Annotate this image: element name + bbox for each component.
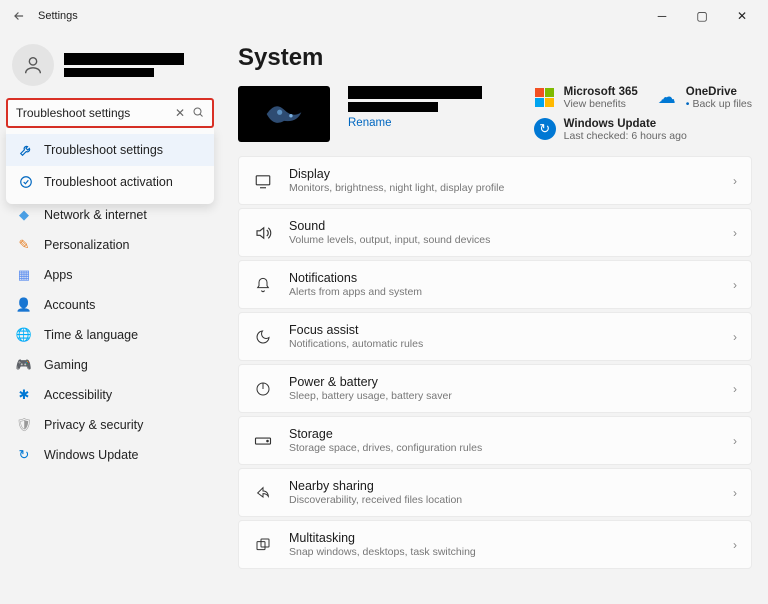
cloud-icon: ☁ — [656, 86, 678, 108]
setting-sound[interactable]: SoundVolume levels, output, input, sound… — [238, 208, 752, 257]
globe-icon: 🌐 — [16, 327, 32, 343]
profile-name-redacted — [64, 53, 184, 65]
nav-privacy[interactable]: 🛡Privacy & security — [6, 410, 216, 440]
wrench-icon — [18, 142, 34, 158]
update-circle-icon: ↻ — [534, 118, 556, 140]
search-icon[interactable] — [189, 106, 206, 121]
bell-icon — [253, 275, 273, 295]
suggestion-label: Troubleshoot settings — [44, 143, 163, 157]
moon-icon — [253, 327, 273, 347]
back-button[interactable] — [6, 3, 32, 29]
check-circle-icon — [18, 174, 34, 190]
search-input[interactable] — [16, 106, 171, 120]
gamepad-icon: 🎮 — [16, 357, 32, 373]
update-icon: ↻ — [16, 447, 32, 463]
power-icon — [253, 379, 273, 399]
clear-search-icon[interactable]: ✕ — [171, 106, 189, 120]
search-box[interactable]: ✕ — [6, 98, 214, 128]
apps-icon: ▦ — [16, 267, 32, 283]
nav-gaming[interactable]: 🎮Gaming — [6, 350, 216, 380]
chevron-right-icon: › — [733, 174, 737, 188]
card-windows-update[interactable]: ↻ Windows UpdateLast checked: 6 hours ag… — [534, 118, 752, 142]
shield-icon: 🛡 — [16, 417, 32, 433]
chevron-right-icon: › — [733, 330, 737, 344]
chevron-right-icon: › — [733, 382, 737, 396]
share-icon — [253, 483, 273, 503]
nav-accounts[interactable]: 👤Accounts — [6, 290, 216, 320]
rename-link[interactable]: Rename — [348, 117, 482, 129]
setting-multitasking[interactable]: MultitaskingSnap windows, desktops, task… — [238, 520, 752, 569]
search-suggestions: Troubleshoot settings Troubleshoot activ… — [6, 128, 214, 204]
card-onedrive[interactable]: ☁ OneDrive•Back up files — [656, 86, 752, 110]
app-title: Settings — [38, 10, 78, 22]
setting-notifications[interactable]: NotificationsAlerts from apps and system… — [238, 260, 752, 309]
setting-nearby-sharing[interactable]: Nearby sharingDiscoverability, received … — [238, 468, 752, 517]
speaker-icon — [253, 223, 273, 243]
profile-block[interactable] — [6, 36, 216, 98]
maximize-button[interactable]: ▢ — [682, 0, 722, 32]
avatar — [12, 44, 54, 86]
card-microsoft-365[interactable]: Microsoft 365View benefits — [534, 86, 638, 110]
page-title: System — [238, 44, 752, 72]
chevron-right-icon: › — [733, 278, 737, 292]
person-icon: 👤 — [16, 297, 32, 313]
nav-apps[interactable]: ▦Apps — [6, 260, 216, 290]
device-thumbnail — [238, 86, 330, 142]
suggestion-troubleshoot-activation[interactable]: Troubleshoot activation — [6, 166, 214, 198]
minimize-button[interactable]: ─ — [642, 0, 682, 32]
chevron-right-icon: › — [733, 226, 737, 240]
chevron-right-icon: › — [733, 538, 737, 552]
microsoft-logo-icon — [534, 86, 556, 108]
device-model-redacted — [348, 102, 438, 112]
chevron-right-icon: › — [733, 486, 737, 500]
profile-email-redacted — [64, 68, 154, 77]
nav-windows-update[interactable]: ↻Windows Update — [6, 440, 216, 470]
setting-storage[interactable]: StorageStorage space, drives, configurat… — [238, 416, 752, 465]
wifi-icon: ◆ — [16, 207, 32, 223]
accessibility-icon: ✱ — [16, 387, 32, 403]
nav-personalization[interactable]: ✎Personalization — [6, 230, 216, 260]
device-name-redacted — [348, 86, 482, 99]
nav-accessibility[interactable]: ✱Accessibility — [6, 380, 216, 410]
chevron-right-icon: › — [733, 434, 737, 448]
multitask-icon — [253, 535, 273, 555]
setting-power-battery[interactable]: Power & batterySleep, battery usage, bat… — [238, 364, 752, 413]
close-button[interactable]: ✕ — [722, 0, 762, 32]
monitor-icon — [253, 171, 273, 191]
nav-time-language[interactable]: 🌐Time & language — [6, 320, 216, 350]
drive-icon — [253, 431, 273, 451]
suggestion-label: Troubleshoot activation — [44, 175, 173, 189]
brush-icon: ✎ — [16, 237, 32, 253]
setting-focus-assist[interactable]: Focus assistNotifications, automatic rul… — [238, 312, 752, 361]
setting-display[interactable]: DisplayMonitors, brightness, night light… — [238, 156, 752, 205]
nav-network[interactable]: ◆Network & internet — [6, 200, 216, 230]
suggestion-troubleshoot-settings[interactable]: Troubleshoot settings — [6, 134, 214, 166]
